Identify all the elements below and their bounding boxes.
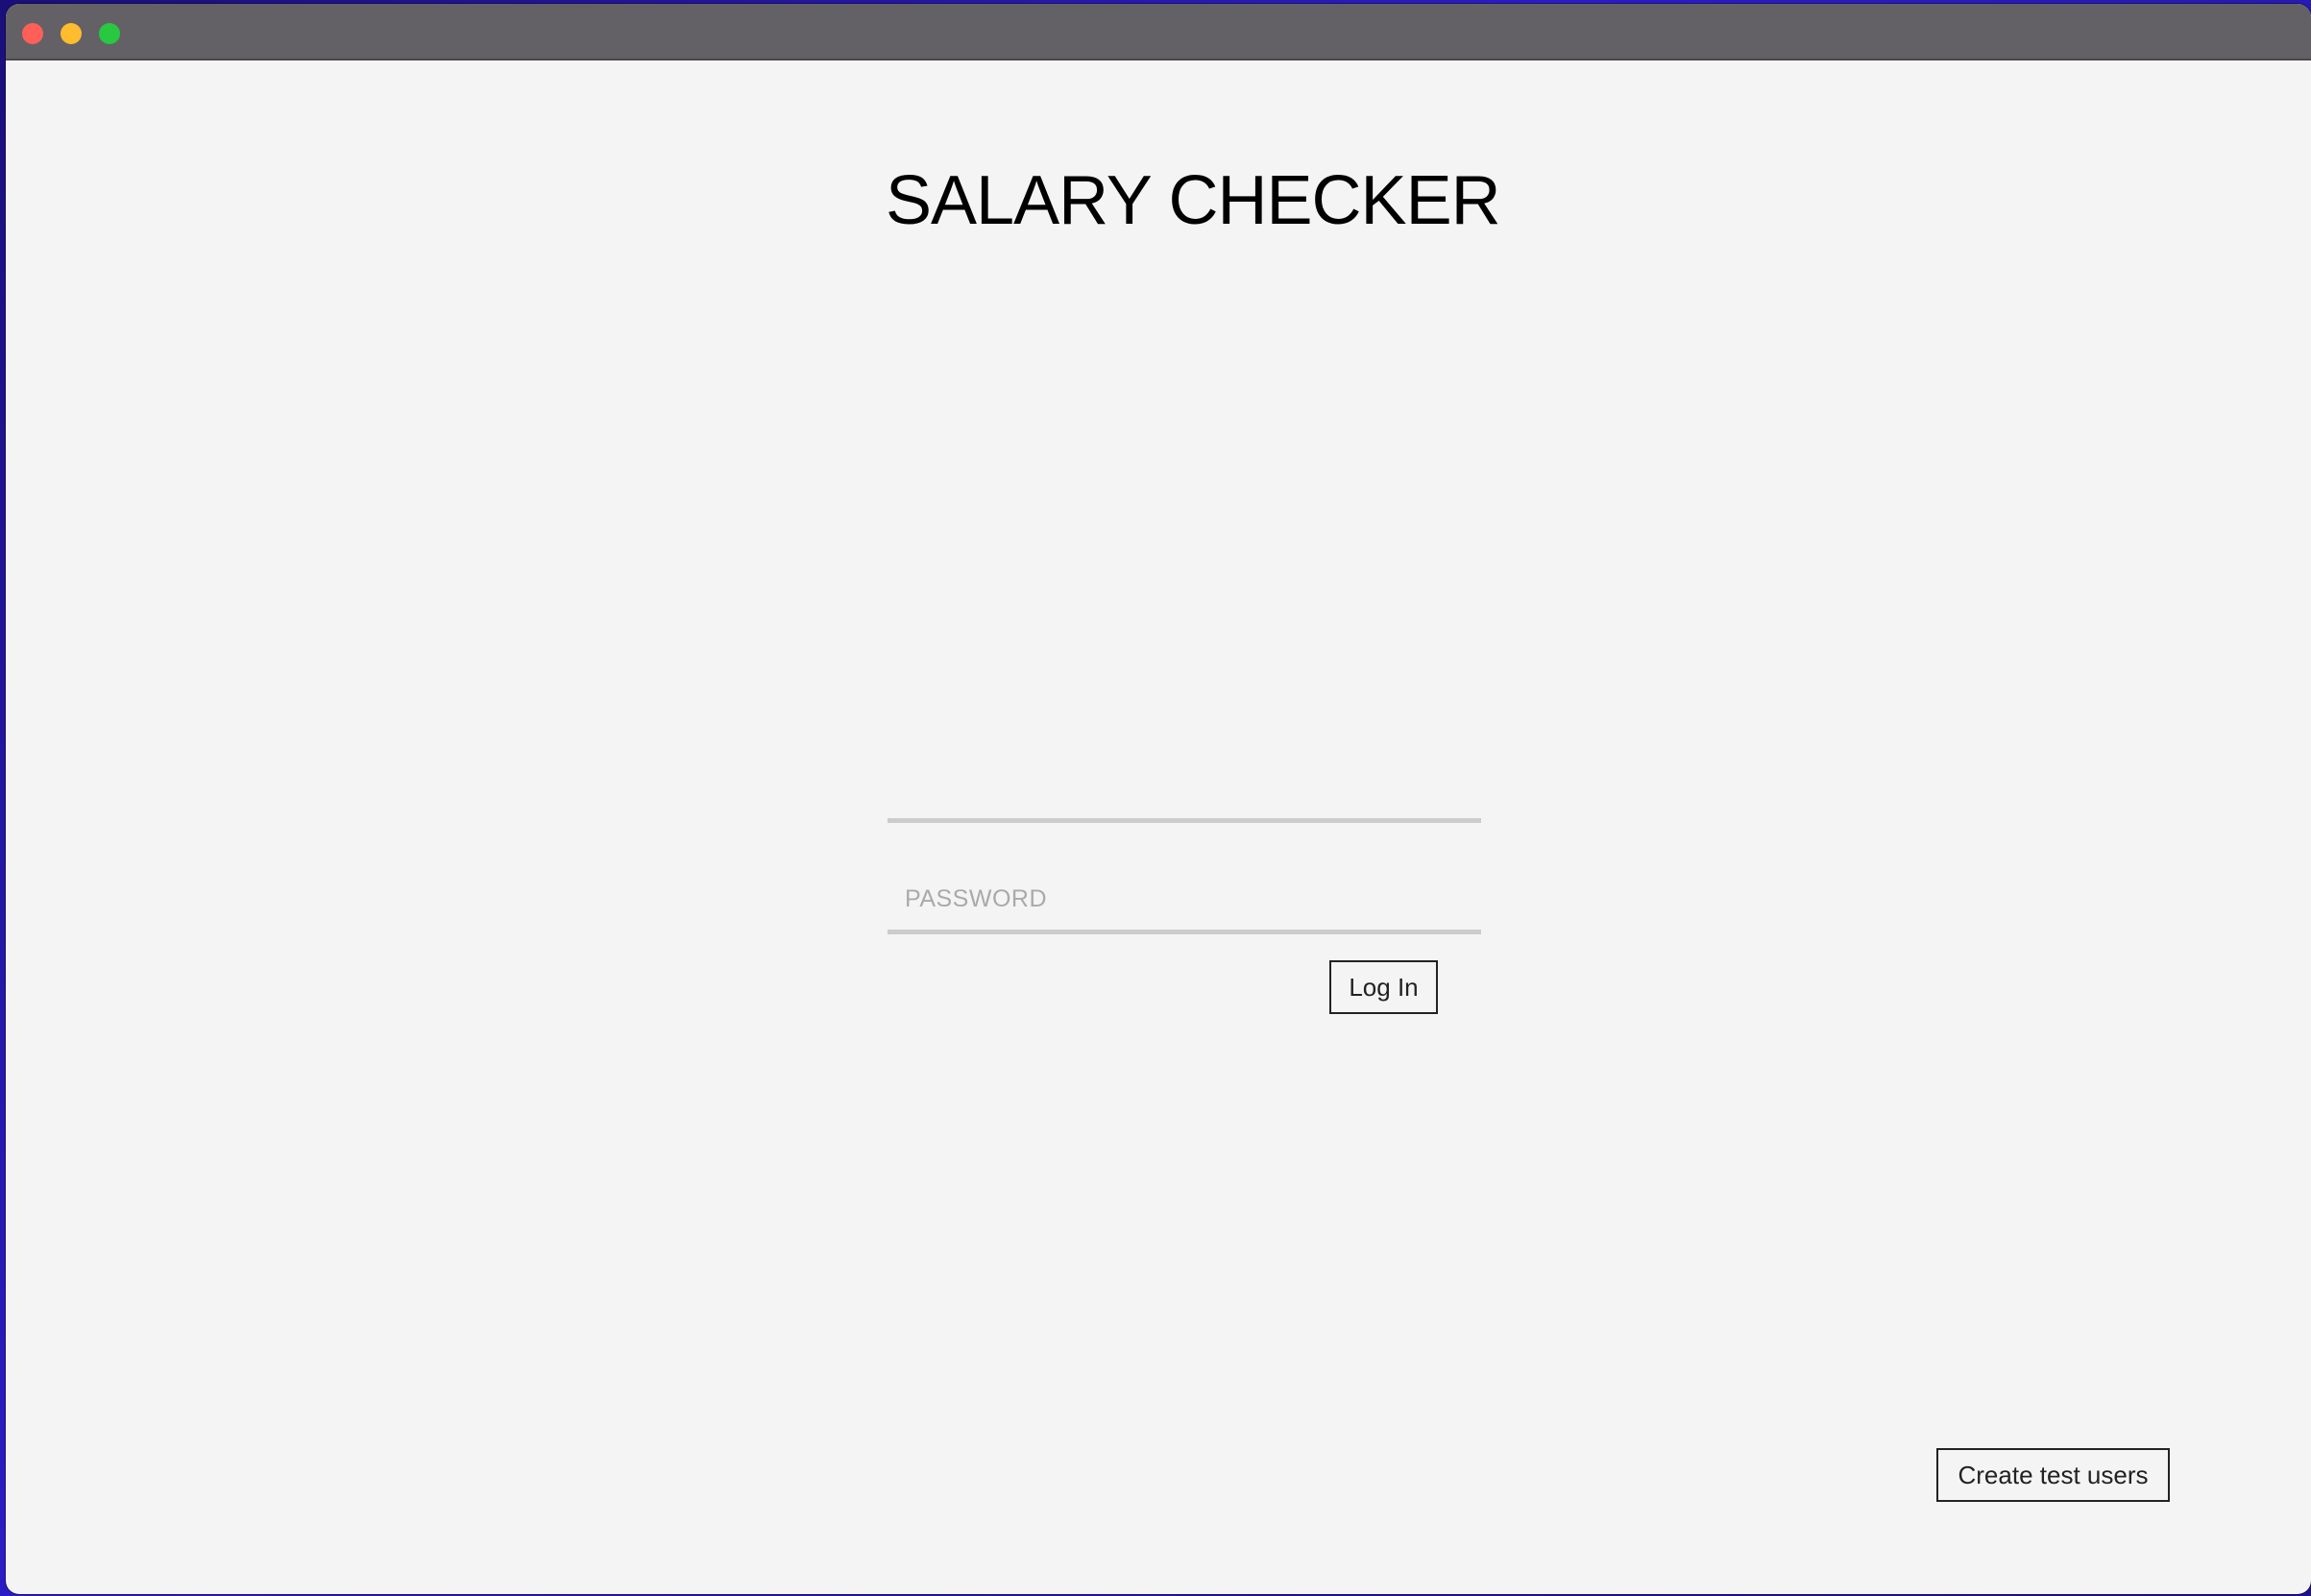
password-field (888, 868, 1481, 934)
username-field (888, 757, 1481, 823)
window-titlebar[interactable] (6, 4, 2311, 60)
app-title: SALARY CHECKER (886, 162, 1501, 239)
password-input[interactable] (888, 868, 1481, 930)
close-window-icon[interactable] (22, 23, 43, 44)
username-input[interactable] (888, 757, 1481, 818)
create-test-users-button[interactable]: Create test users (1936, 1448, 2170, 1502)
minimize-window-icon[interactable] (61, 23, 82, 44)
log-in-button[interactable]: Log In (1329, 960, 1438, 1014)
app-window: SALARY CHECKER Log In Create test users (6, 4, 2311, 1594)
maximize-window-icon[interactable] (99, 23, 120, 44)
